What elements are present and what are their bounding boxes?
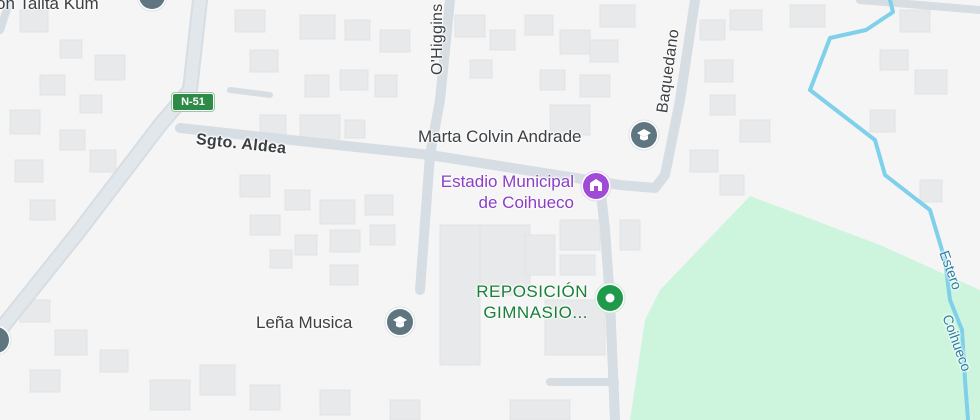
poi-label-line: REPOSICIÓN [476,282,588,301]
school-icon[interactable] [628,119,660,151]
street-label-ohiggins: O'Higgins [429,3,446,75]
poi-label-line: GIMNASIO... [483,303,588,322]
poi-label-talita-kum[interactable]: on Talita Kum [0,0,99,14]
school-icon[interactable] [384,306,416,338]
stadium-icon[interactable] [580,170,612,202]
poi-label-estadio-municipal[interactable]: Estadio Municipal de Coihueco [398,171,574,213]
route-shield-n51: N-51 [172,93,214,111]
poi-label-line: Estadio Municipal [440,172,574,191]
poi-label-reposicion-gimnasio[interactable]: REPOSICIÓN GIMNASIO... [440,281,588,323]
poi-label-lena-musica[interactable]: Leña Musica [256,313,352,333]
gym-place-pin-icon[interactable] [594,282,626,314]
poi-label-line: de Coihueco [478,193,574,212]
poi-label-marta-colvin-andrade[interactable]: Marta Colvin Andrade [418,127,581,147]
